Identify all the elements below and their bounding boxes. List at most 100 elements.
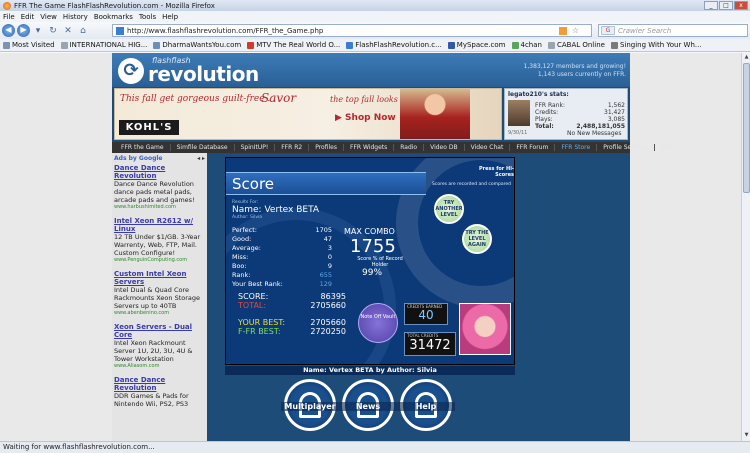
game-results-panel: Score Press for Hi-Scores Scores are rec… [225, 157, 515, 365]
maximize-button[interactable]: □ [719, 1, 733, 10]
bookmarks-toolbar: Most Visited INTERNATIONAL HIG... Dharma… [0, 39, 750, 52]
status-bar: Waiting for www.flashflashrevolution.com… [0, 441, 750, 453]
menu-tools[interactable]: Tools [139, 13, 156, 21]
multiplayer-button[interactable]: Multiplayer [281, 379, 339, 431]
menu-file[interactable]: File [3, 13, 15, 21]
judge-perfect: Perfect: 1705 [232, 226, 332, 234]
page-icon [610, 41, 618, 49]
nav-profiles[interactable]: Profiles [309, 144, 344, 151]
menu-history[interactable]: History [63, 13, 88, 21]
bookmark-4chan[interactable]: 4chan [511, 41, 542, 49]
menu-view[interactable]: View [40, 13, 57, 21]
search-input[interactable]: G Crawler Search [598, 24, 748, 37]
close-button[interactable]: x [734, 1, 748, 10]
nav-simfile-database[interactable]: Simfile Database [171, 144, 235, 151]
total-credits-box: TOTAL CREDITS 31472 [404, 332, 456, 356]
bookmark-singing[interactable]: Singing With Your Wh... [610, 41, 702, 49]
vertical-scrollbar[interactable]: ▲ ▼ [741, 53, 750, 441]
song-info-line: Name: Vertex BETA by Author: Silvia [225, 366, 515, 375]
stat-credits: Credits: 31,427 [535, 109, 625, 116]
rss-icon[interactable] [559, 27, 567, 35]
scroll-up-icon[interactable]: ▲ [743, 54, 750, 62]
menu-bookmarks[interactable]: Bookmarks [94, 13, 133, 21]
stop-icon[interactable]: ✕ [62, 25, 74, 37]
folder-icon [3, 41, 10, 49]
max-combo-value: 1755 [350, 236, 396, 257]
credits-earned-box: CREDITS EARNED 40 [404, 303, 448, 325]
myspace-icon [447, 41, 455, 49]
back-button[interactable]: ◀ [2, 24, 15, 37]
window-title: FFR The Game FlashFlashRevolution.com - … [14, 1, 215, 10]
bookmark-ffr[interactable]: FlashFlashRevolution.c... [346, 41, 442, 49]
nav-profile-settings[interactable]: Profile Settings [597, 144, 656, 151]
nav-ffr-store[interactable]: FFR Store [555, 144, 598, 151]
ffr-site: ⟳ flashflash revolution 1,383,127 member… [112, 53, 673, 441]
ads-nav-arrows[interactable]: ◂ ▸ [197, 155, 205, 162]
nav-ffr-forum[interactable]: FFR Forum [510, 144, 556, 151]
page-icon [153, 41, 161, 49]
record-percent: 99% [362, 268, 383, 278]
site-header: ⟳ flashflash revolution 1,383,127 member… [112, 53, 630, 87]
google-ads-column: Ads by Google ◂ ▸ Dance Dance Revolution… [112, 153, 207, 441]
site-logo[interactable]: ⟳ flashflash revolution [118, 56, 259, 86]
your-best-line: YOUR BEST: 2705660 [238, 318, 346, 327]
news-button[interactable]: News [339, 379, 397, 431]
ads-by-google-label: Ads by Google [114, 155, 163, 162]
menu-help[interactable]: Help [162, 13, 178, 21]
nav-ffr-r2[interactable]: FFR R2 [275, 144, 310, 151]
ad-item[interactable]: Intel Xeon R2612 w/ Linux 12 TB Under $1… [114, 217, 205, 264]
nav-spinitup[interactable]: SpinItUP! [235, 144, 276, 151]
bookmark-star-icon[interactable]: ☆ [572, 26, 579, 35]
max-combo-label: MAX COMBO [344, 227, 395, 236]
shop-now-link[interactable]: ▶ Shop Now [335, 113, 396, 123]
help-button[interactable]: Help [397, 379, 455, 431]
forward-button[interactable]: ▶ [17, 24, 30, 37]
bookmark-myspace[interactable]: MySpace.com [447, 41, 506, 49]
ffr-icon [346, 41, 354, 49]
ffr-best-line: F-FR BEST: 2720250 [238, 327, 346, 336]
ad-item[interactable]: Custom Intel Xeon Servers Intel Dual & Q… [114, 270, 205, 317]
song-name: Name: Vertex BETA [232, 205, 320, 215]
judge-rank: Rank: 655 [232, 271, 332, 279]
nav-video-db[interactable]: Video DB [424, 144, 465, 151]
kohls-ad-banner[interactable]: This fall get gorgeous guilt-free . . . … [114, 88, 502, 140]
home-icon[interactable]: ⌂ [77, 25, 89, 37]
judge-miss: Miss: 0 [232, 253, 332, 261]
menu-edit[interactable]: Edit [21, 13, 35, 21]
firefox-icon [3, 1, 11, 10]
stat-rank: FFR Rank: 1,562 [535, 102, 625, 109]
try-another-level-button[interactable]: TRY ANOTHER LEVEL [434, 194, 464, 224]
ad-item[interactable]: Dance Dance Revolution DDR Games & Pads … [114, 376, 205, 408]
bookmark-most-visited[interactable]: Most Visited [3, 41, 55, 49]
nav-radio[interactable]: Radio [394, 144, 425, 151]
search-engine-icon[interactable]: G [601, 26, 615, 35]
nav-ffr-the-game[interactable]: FFR the Game [115, 144, 171, 151]
note-vault-button[interactable]: Note Off Vault [358, 303, 398, 343]
ad-model-image [400, 89, 470, 139]
scroll-thumb[interactable] [743, 63, 750, 193]
nav-faq[interactable]: FAQ [655, 144, 679, 151]
minimize-button[interactable]: _ [704, 1, 718, 10]
messages-status[interactable]: No New Messages [567, 130, 621, 137]
hi-scores-button[interactable]: Press for Hi-Scores [466, 166, 514, 178]
username[interactable]: legato210's stats: [508, 91, 569, 98]
avatar[interactable] [508, 100, 530, 126]
try-level-again-button[interactable]: TRY THE LEVEL AGAIN [462, 224, 492, 254]
scroll-down-icon[interactable]: ▼ [743, 432, 750, 440]
url-bar[interactable]: http://www.flashflashrevolution.com/FFR_… [112, 24, 592, 37]
bookmark-mtv[interactable]: MTV The Real World O... [247, 41, 340, 49]
ad-item[interactable]: Dance Dance Revolution Dance Dance Revol… [114, 164, 205, 211]
user-stats-box: legato210's stats: FFR Rank: 1,562 Credit… [504, 88, 628, 140]
reload-icon[interactable]: ↻ [47, 25, 59, 37]
nav-video-chat[interactable]: Video Chat [465, 144, 511, 151]
nav-ffr-widgets[interactable]: FFR Widgets [344, 144, 395, 151]
history-dropdown-icon[interactable]: ▾ [32, 25, 44, 37]
score-line: SCORE: 86395 [238, 292, 346, 301]
character-portrait [459, 303, 511, 355]
site-stats: 1,383,127 members and growing! 1,143 use… [523, 63, 626, 78]
bookmark-international[interactable]: INTERNATIONAL HIG... [60, 41, 147, 49]
song-author: Author: Silvia [232, 215, 263, 220]
bookmark-cabal[interactable]: CABAL Online [547, 41, 605, 49]
bookmark-dharma[interactable]: DharmaWantsYou.com [153, 41, 241, 49]
ad-item[interactable]: Xeon Servers - Dual Core Intel Xeon Rack… [114, 323, 205, 370]
